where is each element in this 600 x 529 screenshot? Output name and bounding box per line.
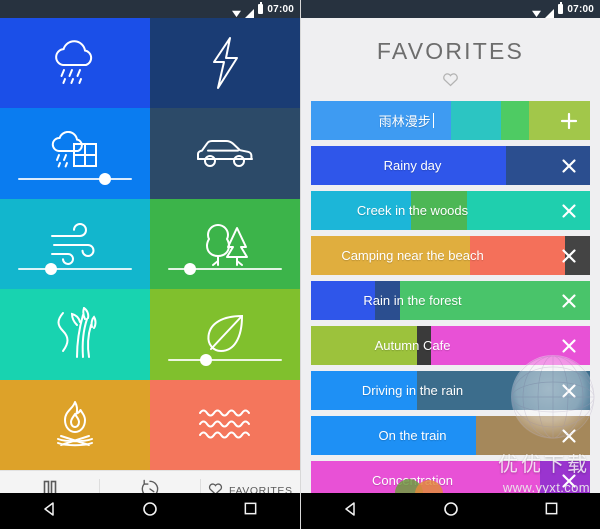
volume-slider-leaves[interactable] <box>168 353 282 366</box>
heart-outline-icon <box>301 72 600 87</box>
delete-favorite-button[interactable] <box>548 371 590 410</box>
signal-icon <box>545 5 555 18</box>
sound-tile-grid <box>0 18 300 470</box>
volume-slider-rain-window[interactable] <box>18 172 132 185</box>
rain-window-icon <box>0 130 150 177</box>
recents-square-icon[interactable] <box>544 501 559 521</box>
battery-icon <box>558 2 564 14</box>
status-icons <box>531 2 564 18</box>
favorites-header: FAVORITES <box>301 18 600 97</box>
home-circle-icon[interactable] <box>142 501 158 522</box>
reeds-icon <box>0 307 150 361</box>
signal-icon <box>245 5 255 18</box>
sound-tile-rain[interactable] <box>0 18 150 109</box>
home-circle-icon[interactable] <box>443 501 459 522</box>
leaf-icon <box>150 312 300 356</box>
sound-tile-car[interactable] <box>150 108 300 199</box>
sound-tile-campfire[interactable] <box>0 379 150 470</box>
delete-favorite-button[interactable] <box>548 191 590 230</box>
sound-tile-forest[interactable] <box>150 198 300 290</box>
back-triangle-icon[interactable] <box>42 501 58 522</box>
add-mix-button[interactable] <box>548 101 590 140</box>
delete-favorite-button[interactable] <box>548 146 590 185</box>
status-icons <box>231 2 264 18</box>
status-clock: 07:00 <box>267 3 294 15</box>
car-icon <box>150 137 300 171</box>
recents-square-icon[interactable] <box>243 501 258 521</box>
favorite-label: Camping near the beach <box>341 248 484 263</box>
waves-icon <box>150 405 300 445</box>
sound-tile-waves[interactable] <box>150 379 300 470</box>
sound-tile-thunder[interactable] <box>150 18 300 109</box>
delete-favorite-button[interactable] <box>548 416 590 455</box>
favorite-label: Rain in the forest <box>363 293 462 308</box>
new-mix-name-input[interactable]: 雨林漫步 <box>311 101 548 140</box>
lightning-icon <box>150 36 300 90</box>
favorite-row[interactable]: Camping near the beach <box>311 236 590 275</box>
favorite-label: Creek in the woods <box>356 203 469 218</box>
status-bar-left: 07:00 <box>0 0 300 18</box>
android-navbar-right <box>301 493 600 529</box>
volume-slider-wind[interactable] <box>18 263 132 276</box>
new-mix-input-row[interactable]: 雨林漫步 <box>311 101 590 140</box>
volume-slider-forest[interactable] <box>168 263 282 276</box>
delete-favorite-button[interactable] <box>548 326 590 365</box>
favorite-row[interactable]: Rain in the forest <box>311 281 590 320</box>
campfire-icon <box>0 398 150 452</box>
new-mix-name-value: 雨林漫步 <box>378 114 431 129</box>
status-clock: 07:00 <box>567 3 594 15</box>
favorite-label: Driving in the rain <box>361 383 464 398</box>
left-phone-screen: 07:00 FAVORITES <box>0 0 300 529</box>
favorite-row[interactable]: On the train <box>311 416 590 455</box>
wind-icon <box>0 223 150 265</box>
back-triangle-icon[interactable] <box>343 501 359 522</box>
text-caret <box>432 113 435 128</box>
page-title: FAVORITES <box>376 38 525 64</box>
rain-cloud-icon <box>0 38 150 88</box>
battery-icon <box>258 2 264 14</box>
trees-icon <box>150 220 300 268</box>
wifi-icon <box>231 5 242 17</box>
sound-tile-stream[interactable] <box>0 289 150 380</box>
favorite-label: On the train <box>378 428 447 443</box>
status-bar-right: 07:00 <box>301 0 600 18</box>
right-phone-screen: 07:00 FAVORITES 雨林漫步 Rainy day Creek in … <box>300 0 600 529</box>
screenshot-root: 07:00 FAVORITES 07:00 FAVORITES 雨林漫步 Rai… <box>0 0 600 529</box>
android-navbar-left <box>0 493 300 529</box>
sound-tile-rain-window[interactable] <box>0 108 150 199</box>
delete-favorite-button[interactable] <box>548 281 590 320</box>
delete-favorite-button[interactable] <box>548 236 590 275</box>
favorite-row[interactable]: Rainy day <box>311 146 590 185</box>
favorites-list: 雨林漫步 Rainy day Creek in the woods Campin… <box>301 97 600 529</box>
favorite-row[interactable]: Autumn Cafe <box>311 326 590 365</box>
favorite-label: Rainy day <box>383 158 442 173</box>
favorite-row[interactable]: Driving in the rain <box>311 371 590 410</box>
favorite-row[interactable]: Creek in the woods <box>311 191 590 230</box>
favorite-label: Autumn Cafe <box>374 338 451 353</box>
wifi-icon <box>531 5 542 17</box>
sound-tile-wind[interactable] <box>0 198 150 290</box>
sound-tile-leaves[interactable] <box>150 289 300 380</box>
